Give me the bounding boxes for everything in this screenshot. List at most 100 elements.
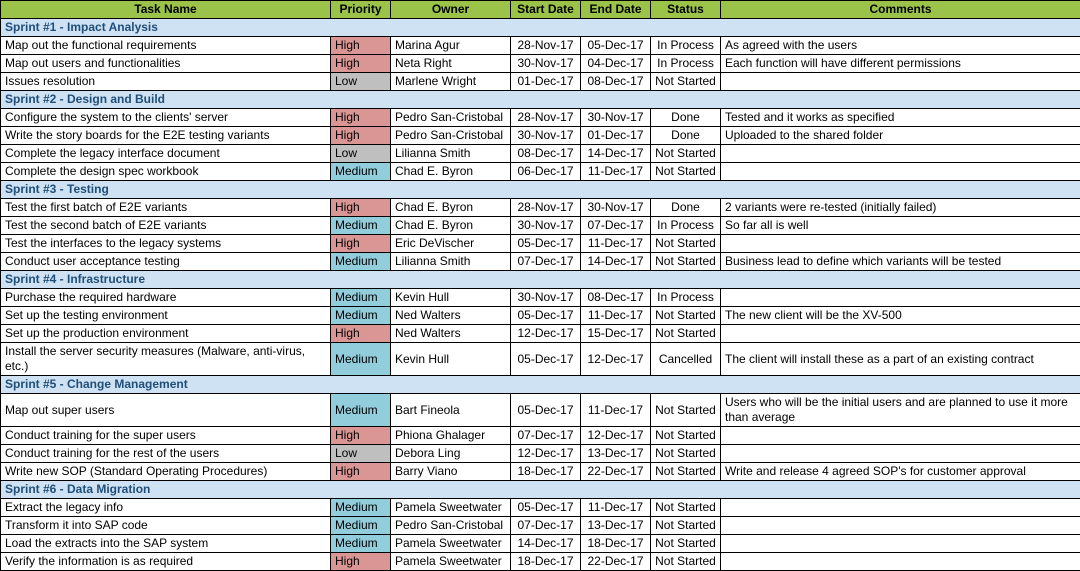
- cell-status: Not Started: [651, 445, 721, 463]
- sprint-title: Sprint #4 - Infrastructure: [1, 271, 1080, 289]
- task-row: Purchase the required hardwareMediumKevi…: [1, 289, 1080, 307]
- header-row: Task Name Priority Owner Start Date End …: [1, 1, 1080, 19]
- cell-end: 11-Dec-17: [581, 499, 651, 517]
- header-owner: Owner: [391, 1, 511, 19]
- cell-status: Done: [651, 109, 721, 127]
- task-row: Transform it into SAP codeMediumPedro Sa…: [1, 517, 1080, 535]
- cell-task: Map out the functional requirements: [1, 37, 331, 55]
- cell-start: 05-Dec-17: [511, 307, 581, 325]
- cell-priority: High: [331, 235, 391, 253]
- cell-task: Test the first batch of E2E variants: [1, 199, 331, 217]
- sprint-header-row: Sprint #5 - Change Management: [1, 376, 1080, 394]
- cell-priority: Medium: [331, 217, 391, 235]
- cell-owner: Lilianna Smith: [391, 145, 511, 163]
- sprint-title: Sprint #6 - Data Migration: [1, 481, 1080, 499]
- task-row: Map out super usersMediumBart Fineola05-…: [1, 394, 1080, 427]
- cell-owner: Marlene Wright: [391, 73, 511, 91]
- task-row: Configure the system to the clients' ser…: [1, 109, 1080, 127]
- task-row: Verify the information is as requiredHig…: [1, 553, 1080, 571]
- cell-comments: [721, 553, 1080, 571]
- cell-owner: Chad E. Byron: [391, 199, 511, 217]
- cell-comments: Uploaded to the shared folder: [721, 127, 1080, 145]
- cell-owner: Pamela Sweetwater: [391, 553, 511, 571]
- cell-owner: Barry Viano: [391, 463, 511, 481]
- cell-priority: Medium: [331, 253, 391, 271]
- cell-priority: High: [331, 127, 391, 145]
- cell-priority: Medium: [331, 307, 391, 325]
- cell-status: In Process: [651, 289, 721, 307]
- cell-task: Conduct training for the rest of the use…: [1, 445, 331, 463]
- cell-owner: Eric DeVischer: [391, 235, 511, 253]
- cell-start: 30-Nov-17: [511, 289, 581, 307]
- cell-task: Set up the production environment: [1, 325, 331, 343]
- cell-end: 08-Dec-17: [581, 289, 651, 307]
- cell-owner: Pamela Sweetwater: [391, 535, 511, 553]
- task-row: Set up the production environmentHighNed…: [1, 325, 1080, 343]
- cell-end: 18-Dec-17: [581, 535, 651, 553]
- cell-comments: Tested and it works as specified: [721, 109, 1080, 127]
- task-row: Conduct user acceptance testingMediumLil…: [1, 253, 1080, 271]
- cell-end: 11-Dec-17: [581, 307, 651, 325]
- sprint-header-row: Sprint #3 - Testing: [1, 181, 1080, 199]
- cell-task: Complete the legacy interface document: [1, 145, 331, 163]
- cell-status: Not Started: [651, 535, 721, 553]
- cell-task: Test the interfaces to the legacy system…: [1, 235, 331, 253]
- cell-task: Install the server security measures (Ma…: [1, 343, 331, 376]
- task-row: Complete the legacy interface documentLo…: [1, 145, 1080, 163]
- task-row: Test the interfaces to the legacy system…: [1, 235, 1080, 253]
- cell-comments: [721, 499, 1080, 517]
- cell-end: 01-Dec-17: [581, 127, 651, 145]
- cell-priority: High: [331, 199, 391, 217]
- cell-start: 30-Nov-17: [511, 217, 581, 235]
- task-row: Set up the testing environmentMediumNed …: [1, 307, 1080, 325]
- cell-priority: High: [331, 109, 391, 127]
- cell-start: 05-Dec-17: [511, 499, 581, 517]
- cell-task: Write new SOP (Standard Operating Proced…: [1, 463, 331, 481]
- cell-task: Write the story boards for the E2E testi…: [1, 127, 331, 145]
- cell-end: 11-Dec-17: [581, 163, 651, 181]
- cell-comments: [721, 325, 1080, 343]
- cell-status: Done: [651, 127, 721, 145]
- cell-comments: Users who will be the initial users and …: [721, 394, 1080, 427]
- cell-end: 13-Dec-17: [581, 517, 651, 535]
- sprint-title: Sprint #3 - Testing: [1, 181, 1080, 199]
- sprint-title: Sprint #5 - Change Management: [1, 376, 1080, 394]
- cell-task: Issues resolution: [1, 73, 331, 91]
- cell-end: 04-Dec-17: [581, 55, 651, 73]
- cell-priority: High: [331, 37, 391, 55]
- sprint-header-row: Sprint #1 - Impact Analysis: [1, 19, 1080, 37]
- cell-comments: So far all is well: [721, 217, 1080, 235]
- cell-start: 06-Dec-17: [511, 163, 581, 181]
- cell-end: 14-Dec-17: [581, 145, 651, 163]
- cell-end: 22-Dec-17: [581, 463, 651, 481]
- cell-end: 12-Dec-17: [581, 427, 651, 445]
- cell-status: Not Started: [651, 253, 721, 271]
- task-row: Test the second batch of E2E variantsMed…: [1, 217, 1080, 235]
- sprint-header-row: Sprint #6 - Data Migration: [1, 481, 1080, 499]
- task-row: Issues resolutionLowMarlene Wright01-Dec…: [1, 73, 1080, 91]
- cell-priority: Medium: [331, 394, 391, 427]
- cell-start: 28-Nov-17: [511, 199, 581, 217]
- header-comments: Comments: [721, 1, 1080, 19]
- cell-comments: [721, 427, 1080, 445]
- cell-status: Not Started: [651, 517, 721, 535]
- cell-comments: As agreed with the users: [721, 37, 1080, 55]
- cell-owner: Debora Ling: [391, 445, 511, 463]
- cell-comments: [721, 517, 1080, 535]
- cell-start: 30-Nov-17: [511, 127, 581, 145]
- cell-start: 14-Dec-17: [511, 535, 581, 553]
- cell-priority: High: [331, 553, 391, 571]
- cell-owner: Chad E. Byron: [391, 217, 511, 235]
- header-task: Task Name: [1, 1, 331, 19]
- cell-start: 05-Dec-17: [511, 343, 581, 376]
- cell-comments: [721, 235, 1080, 253]
- header-start: Start Date: [511, 1, 581, 19]
- cell-start: 08-Dec-17: [511, 145, 581, 163]
- gantt-task-table: Task Name Priority Owner Start Date End …: [0, 0, 1080, 571]
- cell-status: Not Started: [651, 499, 721, 517]
- cell-end: 11-Dec-17: [581, 235, 651, 253]
- cell-priority: High: [331, 463, 391, 481]
- cell-priority: Medium: [331, 517, 391, 535]
- sprint-header-row: Sprint #4 - Infrastructure: [1, 271, 1080, 289]
- cell-priority: High: [331, 55, 391, 73]
